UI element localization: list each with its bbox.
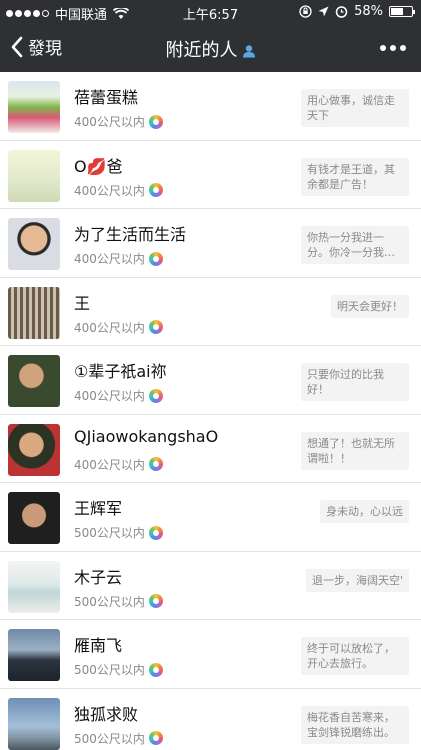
distance-label: 400公尺以内 (74, 183, 145, 198)
signature-bubble: 身未动，心以远 (320, 500, 409, 523)
moments-icon (148, 114, 163, 129)
distance-row: 500公尺以内 (74, 730, 163, 747)
list-item[interactable]: ①辈子祇ai祢 400公尺以内 只要你过的比我好！ (0, 346, 421, 415)
avatar (8, 149, 60, 202)
moments-icon (148, 183, 163, 197)
moments-icon (148, 457, 163, 471)
battery-icon (389, 6, 415, 17)
location-arrow-icon (318, 6, 329, 17)
distance-label: 500公尺以内 (74, 526, 145, 540)
signature-bubble: 你热一分我进一分。你冷一分我… (301, 226, 409, 264)
list-item[interactable]: O💋爸 400公尺以内 有钱才是王道，其余都是广告！ (0, 140, 421, 209)
distance-row: 400公尺以内 (74, 319, 163, 336)
person-name: QJiaowokangshaO (74, 426, 219, 446)
signature-bubble: 只要你过的比我好！ (301, 363, 409, 401)
avatar (8, 355, 60, 407)
distance-label: 500公尺以内 (74, 594, 145, 609)
page-title: 附近的人 (0, 36, 421, 62)
avatar (8, 218, 60, 270)
moments-icon (148, 251, 163, 266)
person-icon (242, 45, 255, 58)
avatar (8, 629, 60, 681)
distance-row: 400公尺以内 (74, 182, 163, 199)
moments-icon (148, 731, 163, 745)
more-dot-icon (390, 45, 396, 51)
person-name: 为了生活而生活 (74, 225, 187, 244)
signature-bubble: 退一步，海阔天空' (305, 568, 409, 592)
signature-bubble: 终于可以放松了，开心去旅行。 (301, 637, 409, 675)
more-options-button[interactable] (379, 38, 407, 58)
distance-row: 400公尺以内 (74, 456, 163, 473)
person-name: 雁南飞 (74, 636, 123, 655)
avatar (8, 81, 60, 133)
distance-label: 400公尺以内 (74, 389, 145, 403)
distance-row: 400公尺以内 (74, 387, 163, 404)
distance-label: 400公尺以内 (74, 320, 145, 335)
moments-icon (148, 662, 163, 677)
list-item[interactable]: 为了生活而生活 400公尺以内 你热一分我进一分。你冷一分我… (0, 209, 421, 278)
signature-bubble: 明天会更好！ (331, 294, 409, 318)
avatar (8, 286, 60, 339)
signature-bubble: 梅花香自苦寒来，宝剑锋锐磨练出。 (301, 705, 409, 744)
rotation-lock-icon (299, 5, 312, 18)
alarm-icon (335, 6, 348, 18)
distance-label: 400公尺以内 (74, 115, 145, 129)
list-item[interactable]: 雁南飞 500公尺以内 终于可以放松了，开心去旅行。 (0, 620, 421, 689)
distance-label: 400公尺以内 (74, 457, 145, 472)
page-title-text: 附近的人 (165, 40, 238, 61)
person-name: 王辉军 (74, 499, 123, 518)
nearby-people-list: 蓓蕾蛋糕 400公尺以内 用心做事，诚信走天下 O💋爸 400公尺以内 有钱才是王道，其余… (0, 72, 421, 750)
distance-label: 500公尺以内 (74, 731, 145, 746)
signature-bubble: 想通了！也就无所谓啦！！ (301, 431, 409, 470)
nav-bar: 發現 附近的人 (0, 24, 421, 72)
more-dot-icon (400, 45, 406, 51)
avatar (8, 492, 60, 544)
distance-row: 500公尺以内 (74, 593, 163, 610)
moments-icon (148, 525, 163, 540)
signature-bubble: 用心做事，诚信走天下 (301, 89, 409, 127)
distance-row: 400公尺以内 (74, 113, 163, 130)
list-item[interactable]: 王辉军 500公尺以内 身未动，心以远 (0, 483, 421, 552)
list-item[interactable]: 王 400公尺以内 明天会更好！ (0, 277, 421, 346)
person-name: 蓓蕾蛋糕 (74, 88, 139, 107)
status-bar: 中国联通 上午6:57 58% (0, 0, 421, 24)
battery-fill (391, 8, 403, 15)
avatar (8, 697, 60, 750)
person-name: O💋爸 (74, 156, 123, 176)
list-item[interactable]: 木子云 500公尺以内 退一步，海阔天空' (0, 551, 421, 620)
avatar (8, 423, 60, 476)
moments-icon (148, 594, 163, 608)
list-item[interactable]: QJiaowokangshaO 400公尺以内 想通了！也就无所谓啦！！ (0, 414, 421, 483)
status-right: 58% (299, 4, 415, 19)
list-item[interactable]: 蓓蕾蛋糕 400公尺以内 用心做事，诚信走天下 (0, 72, 421, 141)
person-name: 王 (74, 293, 91, 313)
distance-row: 400公尺以内 (74, 250, 163, 267)
more-dot-icon (380, 45, 386, 51)
moments-icon (148, 388, 163, 403)
signature-bubble: 有钱才是王道，其余都是广告！ (301, 157, 409, 196)
moments-icon (148, 320, 163, 334)
distance-row: 500公尺以内 (74, 661, 163, 678)
list-item[interactable]: 独孤求败 500公尺以内 梅花香自苦寒来，宝剑锋锐磨练出。 (0, 688, 421, 750)
distance-label: 500公尺以内 (74, 663, 145, 677)
battery-percent: 58% (354, 4, 383, 19)
avatar (8, 560, 60, 613)
distance-row: 500公尺以内 (74, 524, 163, 541)
person-name: 木子云 (74, 567, 123, 587)
distance-label: 400公尺以内 (74, 252, 145, 266)
person-name: 独孤求败 (74, 704, 139, 724)
person-name: ①辈子祇ai祢 (74, 362, 167, 381)
